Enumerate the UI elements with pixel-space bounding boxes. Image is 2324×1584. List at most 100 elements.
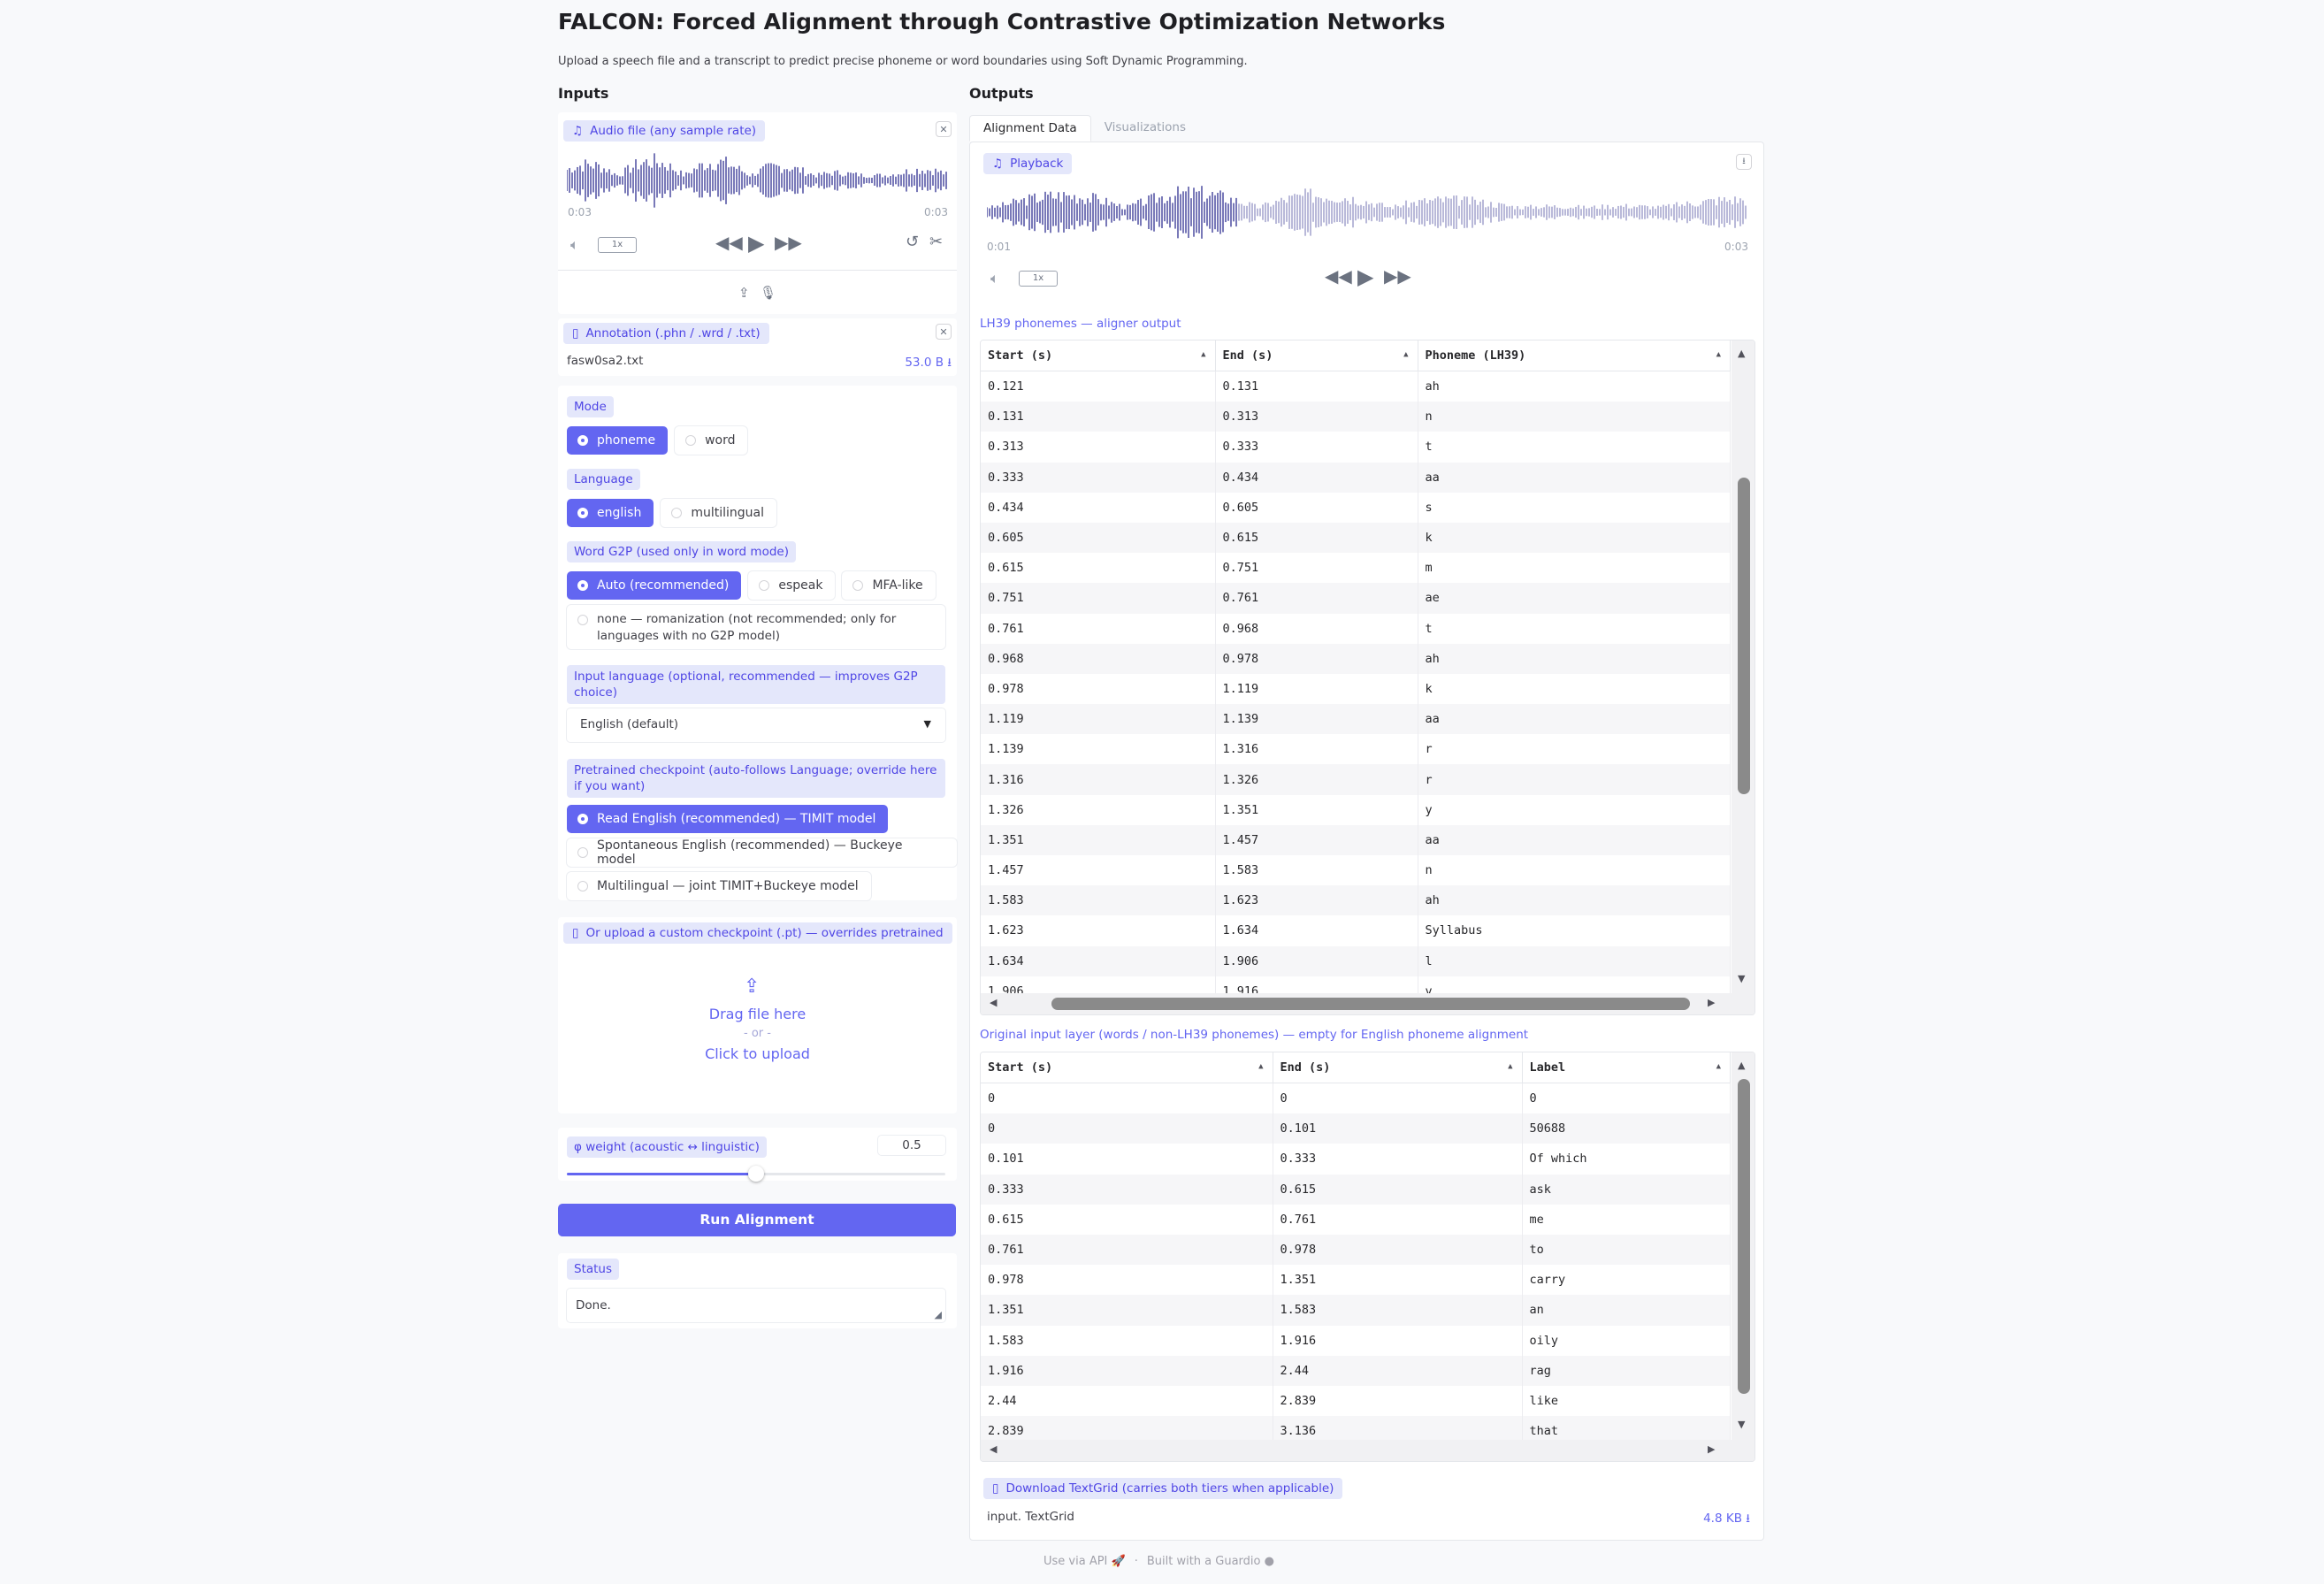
cell-end[interactable]: 0.615: [1273, 1174, 1523, 1205]
table-row[interactable]: 0.605 0.615 k: [981, 522, 1731, 554]
cell-label[interactable]: r: [1418, 764, 1731, 795]
horizontal-scrollbar[interactable]: ◀ ▶: [981, 993, 1754, 1014]
volume-icon[interactable]: 🔈︎: [990, 270, 999, 287]
cell-end[interactable]: 0.751: [1215, 553, 1418, 584]
cell-end[interactable]: 0.101: [1273, 1113, 1523, 1144]
cell-start[interactable]: 0.313: [981, 432, 1216, 463]
table-row[interactable]: 0.131 0.313 n: [981, 402, 1731, 432]
run-alignment-button[interactable]: Run Alignment: [558, 1204, 956, 1236]
cell-start[interactable]: 0.968: [981, 643, 1216, 674]
cell-end[interactable]: 0.131: [1215, 371, 1418, 402]
cell-label[interactable]: ah: [1418, 371, 1731, 402]
column-header-phoneme[interactable]: Phoneme (LH39) ▲: [1418, 341, 1731, 371]
mode-phoneme-radio[interactable]: phoneme: [567, 426, 669, 455]
cell-label[interactable]: an: [1522, 1295, 1731, 1326]
playback-speed-button[interactable]: 1x: [598, 237, 637, 253]
column-header-end[interactable]: End (s) ▲: [1215, 341, 1418, 371]
vertical-scrollbar[interactable]: ▲ ▼: [1732, 341, 1754, 995]
cell-start[interactable]: 1.634: [981, 945, 1216, 976]
cell-end[interactable]: 1.916: [1215, 976, 1418, 995]
cell-end[interactable]: 2.839: [1273, 1385, 1523, 1417]
cell-start[interactable]: 1.623: [981, 915, 1216, 946]
horizontal-scroll-thumb[interactable]: [1051, 998, 1690, 1010]
cell-end[interactable]: 0.761: [1273, 1204, 1523, 1235]
cell-start[interactable]: 1.139: [981, 734, 1216, 765]
cell-end[interactable]: 1.623: [1215, 885, 1418, 916]
volume-icon[interactable]: 🔈︎: [570, 236, 579, 254]
cell-end[interactable]: 1.351: [1215, 794, 1418, 825]
cell-label[interactable]: 0: [1522, 1083, 1731, 1114]
scissors-icon[interactable]: ✂: [929, 233, 943, 251]
cell-end[interactable]: 3.136: [1273, 1416, 1523, 1442]
cell-end[interactable]: 0.761: [1215, 583, 1418, 614]
cell-start[interactable]: 2.839: [981, 1416, 1273, 1442]
cell-label[interactable]: s: [1418, 492, 1731, 523]
cell-start[interactable]: 1.351: [981, 1295, 1273, 1326]
cell-end[interactable]: 0.333: [1273, 1144, 1523, 1175]
click-to-upload-text[interactable]: Click to upload: [558, 1045, 957, 1062]
status-textbox[interactable]: Done. ◢: [567, 1289, 945, 1322]
cell-start[interactable]: 0.761: [981, 613, 1216, 644]
cell-label[interactable]: oily: [1522, 1325, 1731, 1356]
cell-label[interactable]: t: [1418, 613, 1731, 644]
table-row[interactable]: 1.583 1.623 ah: [981, 885, 1731, 916]
cell-end[interactable]: 0.968: [1215, 613, 1418, 644]
cell-end[interactable]: 0.333: [1215, 432, 1418, 463]
custom-checkpoint-panel[interactable]: ▯ Or upload a custom checkpoint (.pt) — …: [558, 917, 957, 1113]
cell-start[interactable]: 0.978: [981, 1265, 1273, 1296]
fast-forward-icon[interactable]: ▶▶: [1384, 265, 1411, 287]
language-multilingual-radio[interactable]: multilingual: [661, 499, 776, 527]
cell-start[interactable]: 1.916: [981, 1355, 1273, 1386]
use-via-api-link[interactable]: Use via API 🚀: [1044, 1555, 1126, 1568]
table-row[interactable]: 0.761 0.978 to: [981, 1234, 1731, 1266]
table-row[interactable]: 0.751 0.761 ae: [981, 583, 1731, 614]
cell-start[interactable]: 1.583: [981, 885, 1216, 916]
cell-end[interactable]: 1.906: [1215, 945, 1418, 976]
cell-label[interactable]: k: [1418, 522, 1731, 554]
cell-label[interactable]: m: [1418, 553, 1731, 584]
scroll-up-icon[interactable]: ▲: [1738, 348, 1745, 359]
table-row[interactable]: 0.121 0.131 ah: [981, 371, 1731, 402]
table-row[interactable]: 1.351 1.583 an: [981, 1295, 1731, 1326]
scroll-right-icon[interactable]: ▶: [1708, 997, 1715, 1008]
cell-label[interactable]: ah: [1418, 643, 1731, 674]
scroll-left-icon[interactable]: ◀: [990, 997, 997, 1008]
cell-start[interactable]: 1.583: [981, 1325, 1273, 1356]
vertical-scroll-thumb[interactable]: [1738, 1079, 1750, 1394]
table-row[interactable]: 0.978 1.351 carry: [981, 1265, 1731, 1296]
cell-end[interactable]: 0.615: [1215, 522, 1418, 554]
cell-label[interactable]: that: [1522, 1416, 1731, 1442]
table-row[interactable]: 0.101 0.333 Of which: [981, 1144, 1731, 1175]
rewind-icon[interactable]: ◀◀: [1325, 265, 1352, 287]
table-row[interactable]: 0.333 0.615 ask: [981, 1174, 1731, 1205]
input-language-select[interactable]: English (default) ▼: [567, 708, 945, 742]
cell-start[interactable]: 0.101: [981, 1144, 1273, 1175]
g2p-espeak-radio[interactable]: espeak: [748, 571, 836, 600]
cell-start[interactable]: 1.906: [981, 976, 1216, 995]
table-row[interactable]: 1.634 1.906 l: [981, 945, 1731, 976]
playback-waveform[interactable]: [987, 181, 1747, 243]
fast-forward-icon[interactable]: ▶▶: [775, 232, 802, 253]
cell-label[interactable]: k: [1418, 673, 1731, 705]
cell-end[interactable]: 0.434: [1215, 462, 1418, 493]
table-row[interactable]: 0.978 1.119 k: [981, 673, 1731, 705]
table-row[interactable]: 1.316 1.326 r: [981, 764, 1731, 795]
language-english-radio[interactable]: english: [567, 499, 654, 527]
cell-end[interactable]: 0: [1273, 1083, 1523, 1114]
cell-start[interactable]: 0: [981, 1083, 1273, 1114]
cell-end[interactable]: 1.634: [1215, 915, 1418, 946]
tab-alignment-data[interactable]: Alignment Data: [969, 115, 1091, 142]
table-row[interactable]: 1.457 1.583 n: [981, 855, 1731, 886]
horizontal-scrollbar[interactable]: ◀ ▶: [981, 1440, 1754, 1461]
cell-label[interactable]: n: [1418, 855, 1731, 886]
cell-start[interactable]: 0.978: [981, 673, 1216, 705]
cell-end[interactable]: 1.119: [1215, 673, 1418, 705]
cell-label[interactable]: rag: [1522, 1355, 1731, 1386]
scroll-down-icon[interactable]: ▼: [1738, 973, 1745, 984]
built-with-link[interactable]: Built with a Guardio ●: [1147, 1555, 1274, 1568]
download-file-name[interactable]: input. TextGrid: [987, 1510, 1074, 1524]
cell-label[interactable]: like: [1522, 1385, 1731, 1417]
clear-audio-button[interactable]: ✕: [936, 121, 952, 137]
scroll-right-icon[interactable]: ▶: [1708, 1443, 1715, 1455]
cell-start[interactable]: 1.119: [981, 704, 1216, 735]
